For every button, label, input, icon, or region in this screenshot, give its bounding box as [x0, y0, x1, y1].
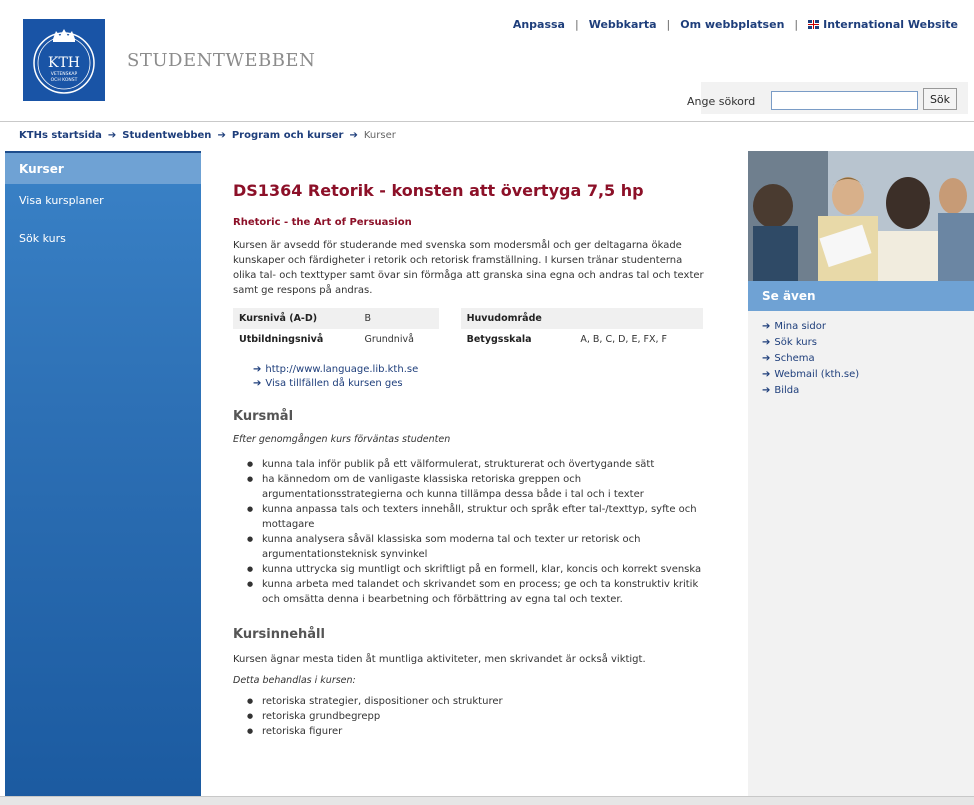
see-also-schema[interactable]: ➔ Schema: [762, 350, 960, 366]
course-facts-table: Kursnivå (A-D) B Huvudområde Utbildnings…: [233, 308, 703, 350]
see-also-sok-kurs[interactable]: ➔ Sök kurs: [762, 334, 960, 350]
toplink-anpassa[interactable]: Anpassa: [513, 18, 565, 31]
search-area: Ange sökord Sök: [687, 82, 968, 114]
utbildningsniva-label: Utbildningsnivå: [233, 329, 359, 350]
logo-subtext-2: OCH KONST: [51, 77, 78, 83]
toplink-webbkarta[interactable]: Webbkarta: [589, 18, 657, 31]
left-navigation: Kurser Visa kursplaner Sök kurs: [5, 151, 201, 805]
arrow-right-icon: ➔: [253, 378, 262, 389]
breadcrumb-program-och-kurser[interactable]: Program och kurser: [232, 130, 344, 141]
see-also-heading: Se även: [748, 281, 974, 311]
list-item: kunna uttrycka sig muntligt och skriftli…: [247, 562, 708, 577]
arrow-right-icon: ➔: [762, 368, 771, 380]
breadcrumb-studentwebben[interactable]: Studentwebben: [122, 130, 211, 141]
list-item: ha kännedom om de vanligaste klassiska r…: [247, 472, 708, 502]
toplink-international-website[interactable]: International Website: [823, 18, 958, 31]
right-column: Se även ➔ Mina sidor ➔ Sök kurs ➔ Schema ➔ W…: [748, 151, 974, 805]
kursinnehall-text: Kursen ägnar mesta tiden åt muntliga akt…: [233, 654, 646, 665]
link-visa-tillfallen[interactable]: ➔ Visa tillfällen då kursen ges: [253, 378, 708, 389]
list-item: kunna analysera såväl klassiska som mode…: [247, 532, 708, 562]
list-item: retoriska grundbegrepp: [247, 709, 708, 724]
course-subtitle: Rhetoric - the Art of Persuasion: [233, 217, 412, 228]
logo-text: KTH: [48, 55, 80, 71]
list-item: kunna anpassa tals och texters innehåll,…: [247, 502, 708, 532]
logo-subtext-1: VETENSKAP: [51, 71, 78, 77]
divider: |: [794, 18, 799, 31]
arrow-right-icon: ➔: [217, 130, 226, 141]
status-bar: [0, 796, 974, 805]
course-intro: Kursen är avsedd för studerande med sven…: [233, 240, 704, 296]
kursmal-heading: Kursmål: [233, 409, 294, 424]
top-links: Anpassa | Webbkarta | Om webbplatsen | I…: [513, 18, 958, 31]
kursinnehall-list: retoriska strategier, dispositioner och …: [233, 694, 708, 739]
list-item: kunna arbeta med talandet och skrivandet…: [247, 577, 708, 607]
see-also-mina-sidor[interactable]: ➔ Mina sidor: [762, 318, 960, 334]
uk-flag-icon: [808, 20, 820, 29]
kursinnehall-heading: Kursinnehåll: [233, 627, 325, 642]
breadcrumb-kths-startsida[interactable]: KTHs startsida: [19, 130, 102, 141]
course-title: DS1364 Retorik - konsten att övertyga 7,…: [233, 181, 644, 200]
kursniva-label: Kursnivå (A-D): [233, 308, 359, 329]
arrow-right-icon: ➔: [349, 130, 358, 141]
see-also-list: ➔ Mina sidor ➔ Sök kurs ➔ Schema ➔ Webmail (…: [748, 311, 974, 405]
sidebar-item-visa-kursplaner[interactable]: Visa kursplaner: [5, 186, 201, 214]
course-links: ➔ http://www.language.lib.kth.se ➔ Visa ti…: [233, 364, 708, 389]
arrow-right-icon: ➔: [253, 364, 262, 375]
huvudomrade-value: [574, 308, 703, 329]
search-button[interactable]: Sök: [923, 88, 957, 110]
divider: |: [574, 18, 579, 31]
sidebar-item-sok-kurs[interactable]: Sök kurs: [5, 224, 201, 252]
see-also-bilda[interactable]: ➔ Bilda: [762, 382, 960, 398]
breadcrumb: KTHs startsida ➔ Studentwebben ➔ Program…: [19, 130, 396, 141]
toplink-om-webbplatsen[interactable]: Om webbplatsen: [680, 18, 784, 31]
list-item: kunna tala inför publik på ett välformul…: [247, 457, 708, 472]
kth-logo[interactable]: KTH VETENSKAP OCH KONST: [23, 19, 105, 101]
arrow-right-icon: ➔: [762, 384, 771, 396]
arrow-right-icon: ➔: [762, 336, 771, 348]
breadcrumb-current: Kurser: [363, 130, 396, 141]
search-input[interactable]: [771, 91, 918, 110]
arrow-right-icon: ➔: [762, 320, 771, 332]
site-title: STUDENTWEBBEN: [127, 50, 316, 71]
link-language-lib[interactable]: ➔ http://www.language.lib.kth.se: [253, 364, 708, 375]
arrow-right-icon: ➔: [762, 352, 771, 364]
list-item: retoriska figurer: [247, 724, 708, 739]
kursmal-lead: Efter genomgången kurs förväntas student…: [233, 434, 451, 445]
betygsskala-label: Betygsskala: [460, 329, 575, 350]
arrow-right-icon: ➔: [107, 130, 117, 141]
list-item: retoriska strategier, dispositioner och …: [247, 694, 708, 709]
divider: |: [666, 18, 671, 31]
sidebar-heading[interactable]: Kurser: [5, 153, 201, 184]
main-content: DS1364 Retorik - konsten att övertyga 7,…: [233, 181, 708, 739]
kursinnehall-lead: Detta behandlas i kursen:: [233, 675, 356, 686]
see-also-webmail[interactable]: ➔ Webmail (kth.se): [762, 366, 960, 382]
students-photo: [748, 151, 974, 281]
page-header: KTH VETENSKAP OCH KONST STUDENTWEBBEN An…: [0, 0, 974, 122]
kursniva-value: B: [358, 308, 439, 329]
betygsskala-value: A, B, C, D, E, FX, F: [574, 329, 703, 350]
kursmal-list: kunna tala inför publik på ett välformul…: [233, 457, 708, 607]
utbildningsniva-value: Grundnivå: [358, 329, 439, 350]
search-label: Ange sökord: [687, 95, 756, 108]
huvudomrade-label: Huvudområde: [460, 308, 575, 329]
